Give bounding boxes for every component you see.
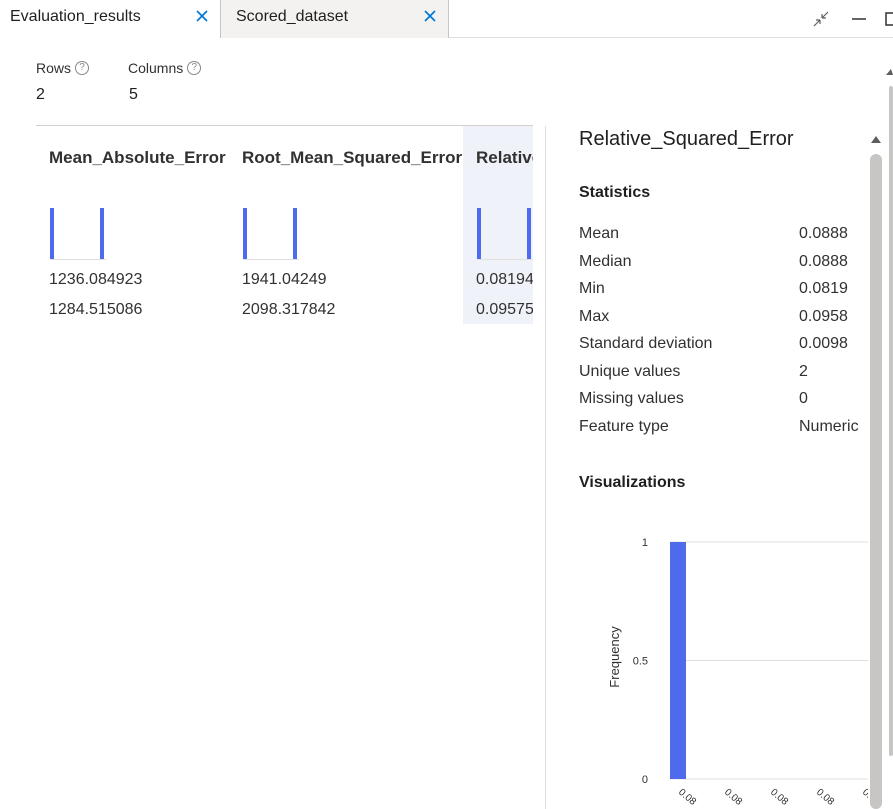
histogram-bar[interactable] bbox=[670, 542, 686, 779]
stat-value: 0 bbox=[799, 390, 808, 407]
stat-value: 2 bbox=[799, 363, 808, 380]
rows-label-text: Rows bbox=[36, 60, 72, 76]
stat-key: Median bbox=[579, 253, 632, 270]
table-cell[interactable]: 0.095757 bbox=[476, 301, 533, 319]
rows-label: Rows ? bbox=[36, 60, 90, 76]
chart-gridlines bbox=[670, 541, 868, 780]
rows-value: 2 bbox=[36, 86, 45, 103]
stat-value: 0.0958 bbox=[799, 308, 848, 325]
caret-up-icon[interactable] bbox=[870, 134, 882, 144]
chart-bars bbox=[670, 542, 686, 779]
y-tick-label: 0.5 bbox=[633, 656, 648, 668]
x-tick-label: 0.08 bbox=[676, 787, 698, 808]
y-tick-label: 1 bbox=[642, 537, 648, 549]
y-tick-label: 0 bbox=[642, 774, 648, 786]
x-tick-label: 0.08 bbox=[768, 787, 790, 808]
x-tick-label: 0.08 bbox=[722, 787, 744, 808]
panel-divider bbox=[545, 126, 546, 809]
stat-key: Unique values bbox=[579, 363, 681, 380]
stat-key: Mean bbox=[579, 225, 620, 242]
caret-up-icon[interactable] bbox=[886, 68, 893, 76]
tab-label: Evaluation_results bbox=[10, 8, 141, 25]
table-cell[interactable]: 1236.084923 bbox=[49, 271, 142, 289]
x-tick-label: 0.08 bbox=[814, 787, 836, 808]
table-cell[interactable]: 0.081947 bbox=[476, 271, 533, 289]
collapse-icon[interactable] bbox=[810, 8, 832, 30]
stat-key: Feature type bbox=[579, 418, 669, 435]
tab-evaluation-results[interactable]: Evaluation_results bbox=[0, 0, 221, 38]
stat-key: Standard deviation bbox=[579, 335, 713, 352]
window-scrollbar[interactable] bbox=[889, 86, 893, 756]
column-relative-squared-error[interactable]: Relative_Squared_Error 0.081947 0.095757 bbox=[463, 126, 533, 324]
data-grid: Mean_Absolute_Error 1236.084923 1284.515… bbox=[36, 126, 533, 326]
tab-label: Scored_dataset bbox=[236, 8, 349, 25]
stat-value: 0.0888 bbox=[799, 253, 848, 270]
minimize-icon[interactable] bbox=[848, 8, 870, 30]
stat-value: 0.0819 bbox=[799, 280, 848, 297]
column-root-mean-squared-error[interactable]: Root_Mean_Squared_Error 1941.04249 2098.… bbox=[229, 126, 463, 324]
columns-label: Columns ? bbox=[128, 60, 202, 76]
help-icon[interactable]: ? bbox=[75, 61, 90, 75]
chart-x-ticks: 0.08 0.08 0.08 0.08 0.0 bbox=[676, 787, 868, 808]
column-header[interactable]: Mean_Absolute_Error bbox=[49, 148, 226, 168]
stat-key: Missing values bbox=[579, 390, 684, 407]
tab-bar: Evaluation_results Scored_dataset bbox=[0, 0, 893, 38]
visualizations-heading: Visualizations bbox=[579, 474, 686, 491]
column-histogram bbox=[243, 208, 303, 262]
column-header[interactable]: Root_Mean_Squared_Error bbox=[242, 148, 462, 168]
stat-value: 0.0098 bbox=[799, 335, 848, 352]
close-icon[interactable] bbox=[422, 8, 438, 24]
panel-scrollbar[interactable] bbox=[870, 154, 882, 809]
tab-scored-dataset[interactable]: Scored_dataset bbox=[221, 0, 449, 38]
table-cell[interactable]: 1941.04249 bbox=[242, 271, 327, 289]
help-icon[interactable]: ? bbox=[187, 61, 202, 75]
column-mean-absolute-error[interactable]: Mean_Absolute_Error 1236.084923 1284.515… bbox=[36, 126, 229, 324]
table-cell[interactable]: 1284.515086 bbox=[49, 301, 142, 319]
panel-title: Relative_Squared_Error bbox=[579, 128, 794, 150]
columns-label-text: Columns bbox=[128, 60, 184, 76]
stat-key: Max bbox=[579, 308, 610, 325]
close-icon[interactable] bbox=[194, 8, 210, 24]
column-histogram bbox=[50, 208, 110, 262]
statistics-heading: Statistics bbox=[579, 184, 651, 201]
stat-key: Min bbox=[579, 280, 605, 297]
table-cell[interactable]: 2098.317842 bbox=[242, 301, 335, 319]
chart-y-ticks: 10.50 bbox=[633, 537, 648, 786]
columns-value: 5 bbox=[129, 86, 138, 103]
chart-y-label: Frequency bbox=[607, 626, 622, 688]
column-header[interactable]: Relative_Squared_Error bbox=[476, 148, 533, 168]
stat-value: Numeric bbox=[799, 418, 859, 435]
x-tick-label: 0.0 bbox=[860, 787, 868, 805]
stat-value: 0.0888 bbox=[799, 225, 848, 242]
frequency-histogram: 10.50 0.08 0.08 0.08 0.08 0.0 Frequency bbox=[607, 537, 868, 808]
maximize-icon[interactable] bbox=[880, 8, 893, 30]
column-histogram bbox=[477, 208, 533, 262]
